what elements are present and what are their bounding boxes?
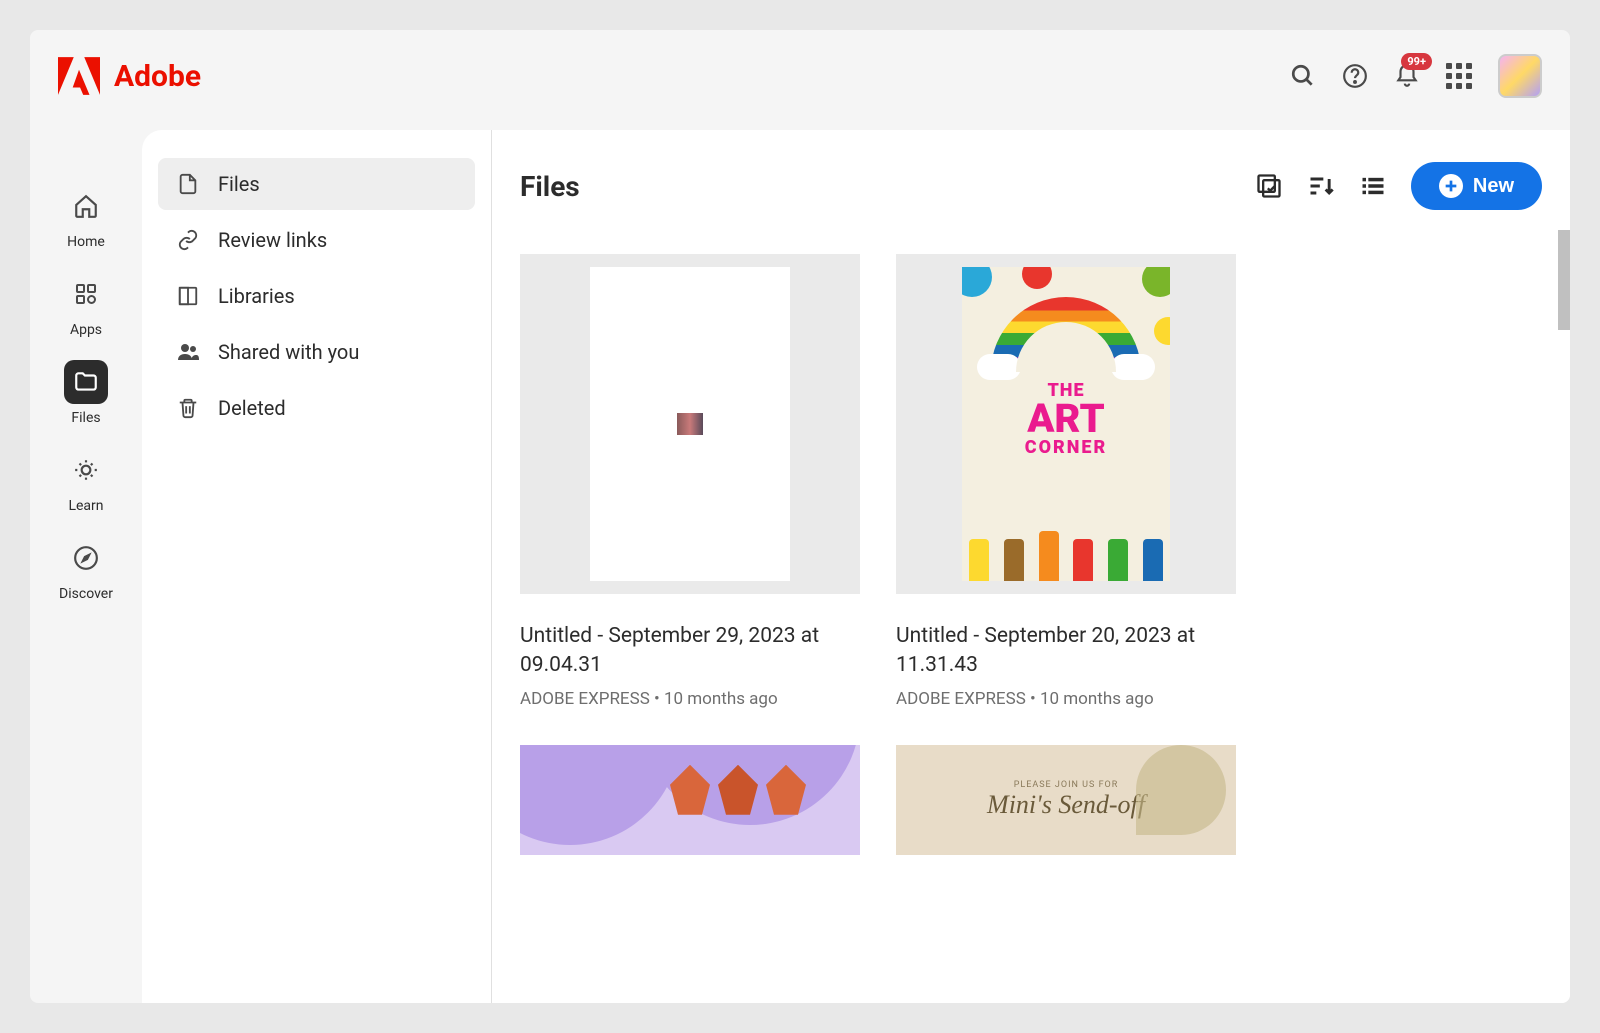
- file-title: Untitled - September 29, 2023 at 09.04.3…: [520, 622, 860, 681]
- libraries-icon: [176, 284, 200, 308]
- topbar: Adobe 99+: [30, 30, 1570, 112]
- leftbar-label: Learn: [68, 498, 103, 514]
- sendoff-script: Mini's Send-off: [987, 790, 1145, 820]
- content-header: Files: [520, 162, 1542, 210]
- notifications-icon[interactable]: 99+: [1394, 63, 1420, 89]
- topbar-actions: 99+: [1290, 54, 1542, 98]
- leftbar-item-files[interactable]: Files: [64, 360, 108, 426]
- art-line2: ART: [1025, 401, 1107, 437]
- file-card[interactable]: PLEASE JOIN US FOR Mini's Send-off: [896, 745, 1236, 883]
- file-meta: ADOBE EXPRESS • 10 months ago: [896, 689, 1236, 709]
- sidebar-item-deleted[interactable]: Deleted: [158, 382, 475, 434]
- leftbar-item-apps[interactable]: Apps: [64, 272, 108, 338]
- body: Home Apps Files Learn: [30, 112, 1570, 1003]
- sidebar-item-files[interactable]: Files: [158, 158, 475, 210]
- sort-icon[interactable]: [1307, 172, 1335, 200]
- file-card[interactable]: Untitled - September 29, 2023 at 09.04.3…: [520, 254, 860, 709]
- list-view-icon[interactable]: [1359, 172, 1387, 200]
- page-title: Files: [520, 170, 580, 203]
- file-thumbnail: [520, 254, 860, 594]
- leftbar-item-discover[interactable]: Discover: [59, 536, 113, 602]
- file-title: Untitled - September 20, 2023 at 11.31.4…: [896, 622, 1236, 681]
- learn-icon: [64, 448, 108, 492]
- file-grid: Untitled - September 29, 2023 at 09.04.3…: [520, 254, 1542, 883]
- people-icon: [176, 340, 200, 364]
- leftbar-item-learn[interactable]: Learn: [64, 448, 108, 514]
- select-mode-icon[interactable]: [1255, 172, 1283, 200]
- file-thumbnail: [520, 745, 860, 855]
- file-thumbnail: PLEASE JOIN US FOR Mini's Send-off: [896, 745, 1236, 855]
- adobe-logo-icon: [58, 57, 100, 95]
- avatar[interactable]: [1498, 54, 1542, 98]
- sidebar-item-shared[interactable]: Shared with you: [158, 326, 475, 378]
- leftbar-label: Discover: [59, 586, 113, 602]
- sendoff-small: PLEASE JOIN US FOR: [1014, 780, 1119, 790]
- apps-switcher-icon[interactable]: [1446, 63, 1472, 89]
- help-icon[interactable]: [1342, 63, 1368, 89]
- leftbar-label: Home: [67, 234, 105, 250]
- apps-icon: [64, 272, 108, 316]
- scrollbar[interactable]: [1558, 230, 1570, 330]
- home-icon: [64, 184, 108, 228]
- search-icon[interactable]: [1290, 63, 1316, 89]
- plus-icon: [1439, 174, 1463, 198]
- trash-icon: [176, 396, 200, 420]
- sidebar-label: Files: [218, 172, 260, 196]
- leftbar-label: Files: [71, 410, 100, 426]
- sidebar-label: Deleted: [218, 396, 286, 420]
- compass-icon: [64, 536, 108, 580]
- app-window: Adobe 99+ Home: [30, 30, 1570, 1003]
- sidebar-label: Libraries: [218, 284, 295, 308]
- sidebar-item-libraries[interactable]: Libraries: [158, 270, 475, 322]
- file-card[interactable]: [520, 745, 860, 883]
- leftbar-item-home[interactable]: Home: [64, 184, 108, 250]
- file-thumbnail: THE ART CORNER: [896, 254, 1236, 594]
- folder-icon: [64, 360, 108, 404]
- new-button-label: New: [1473, 175, 1514, 198]
- sidebar: Files Review links Libraries: [142, 130, 492, 1003]
- notifications-badge: 99+: [1401, 53, 1432, 70]
- link-icon: [176, 228, 200, 252]
- file-card[interactable]: THE ART CORNER: [896, 254, 1236, 709]
- content: Files: [492, 130, 1570, 1003]
- header-actions: New: [1255, 162, 1542, 210]
- sidebar-label: Review links: [218, 228, 327, 252]
- sidebar-item-review-links[interactable]: Review links: [158, 214, 475, 266]
- brand-name: Adobe: [114, 59, 201, 94]
- main-panel: Files Review links Libraries: [142, 130, 1570, 1003]
- new-button[interactable]: New: [1411, 162, 1542, 210]
- file-meta: ADOBE EXPRESS • 10 months ago: [520, 689, 860, 709]
- art-line3: CORNER: [1025, 437, 1107, 458]
- logo[interactable]: Adobe: [58, 57, 201, 95]
- leftbar-label: Apps: [70, 322, 102, 338]
- sidebar-label: Shared with you: [218, 340, 359, 364]
- leftbar: Home Apps Files Learn: [30, 112, 142, 1003]
- file-icon: [176, 172, 200, 196]
